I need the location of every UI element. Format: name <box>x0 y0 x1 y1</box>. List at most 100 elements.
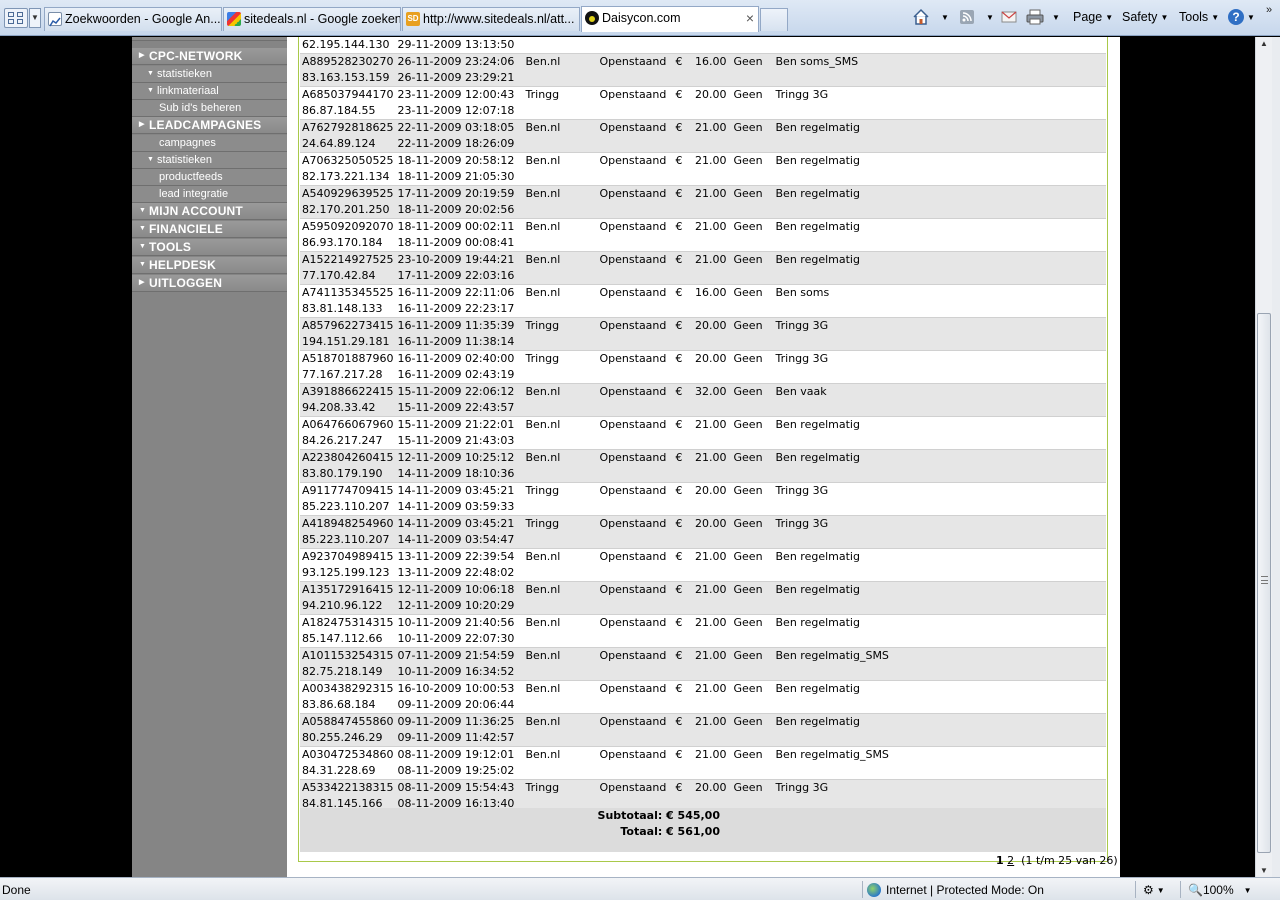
table-row: A058847455860 09-11-2009 11:36:25 Ben.nl Op… <box>300 713 1106 730</box>
close-tab-icon[interactable]: × <box>746 7 754 29</box>
currency-cell: € <box>673 185 684 202</box>
table-row: A595092092070 18-11-2009 00:02:11 Ben.nl Op… <box>300 218 1106 235</box>
description-cell: Ben regelmatig <box>773 449 1106 466</box>
transaction-id-cell: A152214927525 <box>300 251 396 268</box>
sidebar-item-mijn-account[interactable]: ▼ MIJN ACCOUNT <box>132 203 287 220</box>
click-date-cell: 14-11-2009 03:59:33 <box>395 499 524 516</box>
table-row: 94.210.96.122 12-11-2009 10:20:29 <box>300 598 1106 615</box>
table-row: 86.87.184.55 23-11-2009 12:07:18 <box>300 103 1106 120</box>
currency-cell: € <box>673 53 684 70</box>
scrollbar-thumb[interactable] <box>1257 313 1271 853</box>
sub-id-cell: Geen <box>728 449 774 466</box>
new-tab-button[interactable] <box>760 8 788 31</box>
sidebar-item-lead-integratie[interactable]: lead integratie <box>132 186 287 203</box>
sidebar-item-campagnes[interactable]: campagnes <box>132 135 287 152</box>
tab-daisycon[interactable]: Daisycon.com × <box>581 6 759 32</box>
feeds-dropdown-icon[interactable]: ▼ <box>983 9 994 26</box>
transaction-date-cell: 09-11-2009 11:36:25 <box>395 713 524 730</box>
transaction-id-cell: A518701887960 <box>300 350 396 367</box>
table-row: A101153254315 07-11-2009 21:54:59 Ben.nl Op… <box>300 647 1106 664</box>
currency-cell: € <box>673 86 684 103</box>
table-row: 84.31.228.69 08-11-2009 19:25:02 <box>300 763 1106 780</box>
sidebar-item-uitloggen[interactable]: ▶ UITLOGGEN <box>132 275 287 292</box>
transaction-date-cell: 16-11-2009 22:11:06 <box>395 284 524 301</box>
empty-cell <box>523 235 1106 252</box>
sidebar-item-cpc-network[interactable]: ▶ CPC-NETWORK <box>132 48 287 65</box>
transaction-date-cell: 10-11-2009 21:40:56 <box>395 614 524 631</box>
click-date-cell: 16-11-2009 02:43:19 <box>395 367 524 384</box>
table-row: A152214927525 23-10-2009 19:44:21 Ben.nl Op… <box>300 251 1106 268</box>
sidebar-item-sub-ids-beheren[interactable]: Sub id's beheren <box>132 100 287 117</box>
transaction-date-cell: 18-11-2009 00:02:11 <box>395 218 524 235</box>
tab-google-analytics[interactable]: Zoekwoorden - Google An... <box>44 7 222 31</box>
zoom-control[interactable]: 🔍100% ▼ <box>1188 883 1252 897</box>
sidebar-item-linkmaterialen[interactable]: ▼ linkmaterialen <box>132 37 287 41</box>
ip-cell: 82.75.218.149 <box>300 664 396 681</box>
safety-menu[interactable]: Safety ▼ <box>1122 9 1168 26</box>
table-row: A762792818625 22-11-2009 03:18:05 Ben.nl Op… <box>300 119 1106 136</box>
transaction-id-cell: A540929639525 <box>300 185 396 202</box>
status-cell: Openstaand <box>597 416 674 433</box>
status-cell: Openstaand <box>597 251 674 268</box>
transaction-date-cell: 18-11-2009 20:58:12 <box>395 152 524 169</box>
program-cell: Ben.nl <box>523 383 598 400</box>
sidebar-nav: ▼ linkmaterialen ▶ CPC-NETWORK ▼ statist… <box>132 37 287 877</box>
tab-scroll-right-icon[interactable]: » <box>1266 4 1272 16</box>
program-cell: Tringg <box>523 515 598 532</box>
google-icon <box>227 12 241 26</box>
transaction-id-cell: A857962273415 <box>300 317 396 334</box>
sub-id-cell: Geen <box>728 350 774 367</box>
program-cell: Ben.nl <box>523 218 598 235</box>
tab-google-search[interactable]: sitedeals.nl - Google zoeken <box>223 7 401 31</box>
sidebar-item-helpdesk[interactable]: ▼ HELPDESK <box>132 257 287 274</box>
mail-icon[interactable] <box>1000 8 1018 26</box>
sidebar-item-financiele-gegevens[interactable]: ▼ FINANCIELE GEGEVENS <box>132 221 287 252</box>
scroll-up-icon[interactable]: ▲ <box>1260 39 1268 48</box>
tab-list-dropdown[interactable]: ▼ <box>29 8 41 28</box>
help-menu[interactable]: ? ▼ <box>1228 9 1255 26</box>
page-link-2[interactable]: 2 <box>1007 854 1014 867</box>
home-dropdown-icon[interactable]: ▼ <box>938 9 949 26</box>
tools-menu[interactable]: Tools ▼ <box>1179 9 1219 26</box>
quick-tabs-icon[interactable] <box>4 8 28 28</box>
click-date-cell: 14-11-2009 18:10:36 <box>395 466 524 483</box>
scroll-down-icon[interactable]: ▼ <box>1260 866 1268 875</box>
sub-id-cell: Geen <box>728 119 774 136</box>
expanded-triangle-icon: ▼ <box>139 261 147 268</box>
empty-cell <box>523 334 1106 351</box>
page-menu[interactable]: Page ▼ <box>1073 9 1113 26</box>
sidebar-item-linkmateriaal[interactable]: ▼ linkmateriaal <box>132 83 287 100</box>
print-dropdown-icon[interactable]: ▼ <box>1049 9 1060 26</box>
sidebar-item-productfeeds[interactable]: productfeeds <box>132 169 287 186</box>
sidebar-item-leadcampagnes[interactable]: ▶ LEADCAMPAGNES <box>132 117 287 134</box>
currency-cell: € <box>673 548 684 565</box>
status-cell: Openstaand <box>597 86 674 103</box>
status-cell: Openstaand <box>597 746 674 763</box>
program-cell: Ben.nl <box>523 713 598 730</box>
transaction-id-cell: A533422138315 <box>300 779 396 796</box>
transaction-id-cell: A391886622415 <box>300 383 396 400</box>
transaction-date-cell: 15-11-2009 22:06:12 <box>395 383 524 400</box>
amount-cell: 21.00 <box>683 416 729 433</box>
protected-mode-settings-icon[interactable]: ⚙ ▼ <box>1143 883 1165 897</box>
print-icon[interactable] <box>1026 8 1044 26</box>
security-zone[interactable]: Internet | Protected Mode: On <box>867 883 1044 897</box>
feeds-icon[interactable] <box>958 8 976 26</box>
home-icon[interactable] <box>912 8 930 26</box>
scroll-grip-icon <box>1261 576 1268 584</box>
description-cell: Ben regelmatig <box>773 614 1106 631</box>
empty-cell <box>523 400 1106 417</box>
description-cell: Tringg 3G <box>773 482 1106 499</box>
tab-sitedeals[interactable]: SD http://www.sitedeals.nl/att... <box>402 7 580 31</box>
click-date-cell: 23-11-2009 12:07:18 <box>395 103 524 120</box>
click-date-cell: 09-11-2009 20:06:44 <box>395 697 524 714</box>
status-cell: Openstaand <box>597 185 674 202</box>
sidebar-item-statistieken[interactable]: ▼ statistieken <box>132 66 287 83</box>
sidebar-item-lead-statistieken[interactable]: ▼ statistieken <box>132 152 287 169</box>
collapsed-triangle-icon: ▶ <box>139 279 145 286</box>
sidebar-item-tools[interactable]: ▼ TOOLS <box>132 239 287 256</box>
click-date-cell: 22-11-2009 18:26:09 <box>395 136 524 153</box>
transaction-id-cell: A058847455860 <box>300 713 396 730</box>
vertical-scrollbar[interactable]: ▲ ▼ <box>1255 37 1272 877</box>
internet-zone-icon <box>867 883 881 897</box>
